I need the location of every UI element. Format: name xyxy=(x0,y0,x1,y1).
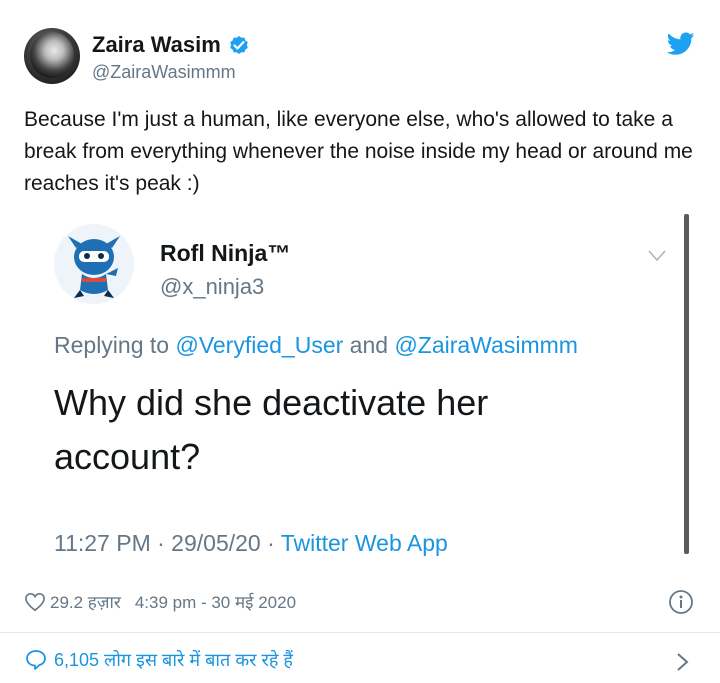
mention-link-zairawasimmm[interactable]: @ZairaWasimmm xyxy=(394,332,577,358)
quoted-timestamp[interactable]: 11:27 PM · 29/05/20 · xyxy=(54,530,281,556)
embedded-tweet: Zaira Wasim @ZairaWasimmm Because I'm ju… xyxy=(0,0,720,683)
author-name[interactable]: Zaira Wasim xyxy=(92,32,221,58)
author-avatar[interactable] xyxy=(24,28,80,84)
avatar-photo xyxy=(30,32,74,78)
like-count[interactable]: 29.2 हज़ार xyxy=(50,590,121,613)
replying-to-line: Replying to @Veryfied_User and @ZairaWas… xyxy=(54,332,578,359)
mention-link-veryfied-user[interactable]: @Veryfied_User xyxy=(175,332,343,358)
verified-badge-icon xyxy=(229,36,248,54)
replying-and: and xyxy=(343,332,395,358)
chevron-down-icon[interactable] xyxy=(648,250,666,262)
author-name-row: Zaira Wasim xyxy=(92,32,251,58)
heart-icon[interactable] xyxy=(24,592,46,612)
chevron-right-icon[interactable] xyxy=(676,652,690,672)
scrollbar[interactable] xyxy=(684,214,689,554)
quoted-avatar[interactable] xyxy=(54,224,134,304)
quoted-tweet-text: Why did she deactivate her account? xyxy=(54,382,489,477)
author-handle[interactable]: @ZairaWasimmm xyxy=(92,62,236,83)
quoted-timestamp-row: 11:27 PM · 29/05/20 · Twitter Web App xyxy=(54,530,448,557)
twitter-bird-icon[interactable] xyxy=(667,32,695,56)
tweet-text: Because I'm just a human, like everyone … xyxy=(24,108,693,195)
tweet-meta-row: 29.2 हज़ार 4:39 pm - 30 मई 2020 xyxy=(24,590,296,613)
quoted-author-name[interactable]: Rofl Ninja™ xyxy=(160,240,290,267)
replying-prefix: Replying to xyxy=(54,332,176,358)
ninja-mascot-image xyxy=(54,224,134,304)
quoted-tweet[interactable]: Rofl Ninja™ @x_ninja3 Replying to @Veryf… xyxy=(50,214,692,564)
conversation-count[interactable]: 6,105 लोग इस बारे में बात कर रहे हैं xyxy=(54,648,293,672)
info-icon[interactable] xyxy=(668,589,694,615)
speech-bubble-icon xyxy=(26,650,46,670)
conversation-link[interactable]: 6,105 लोग इस बारे में बात कर रहे हैं xyxy=(24,648,293,672)
divider xyxy=(0,632,720,633)
tweet-timestamp[interactable]: 4:39 pm - 30 मई 2020 xyxy=(135,590,296,613)
quoted-source-link[interactable]: Twitter Web App xyxy=(281,530,448,556)
quoted-author-handle[interactable]: @x_ninja3 xyxy=(160,274,264,300)
